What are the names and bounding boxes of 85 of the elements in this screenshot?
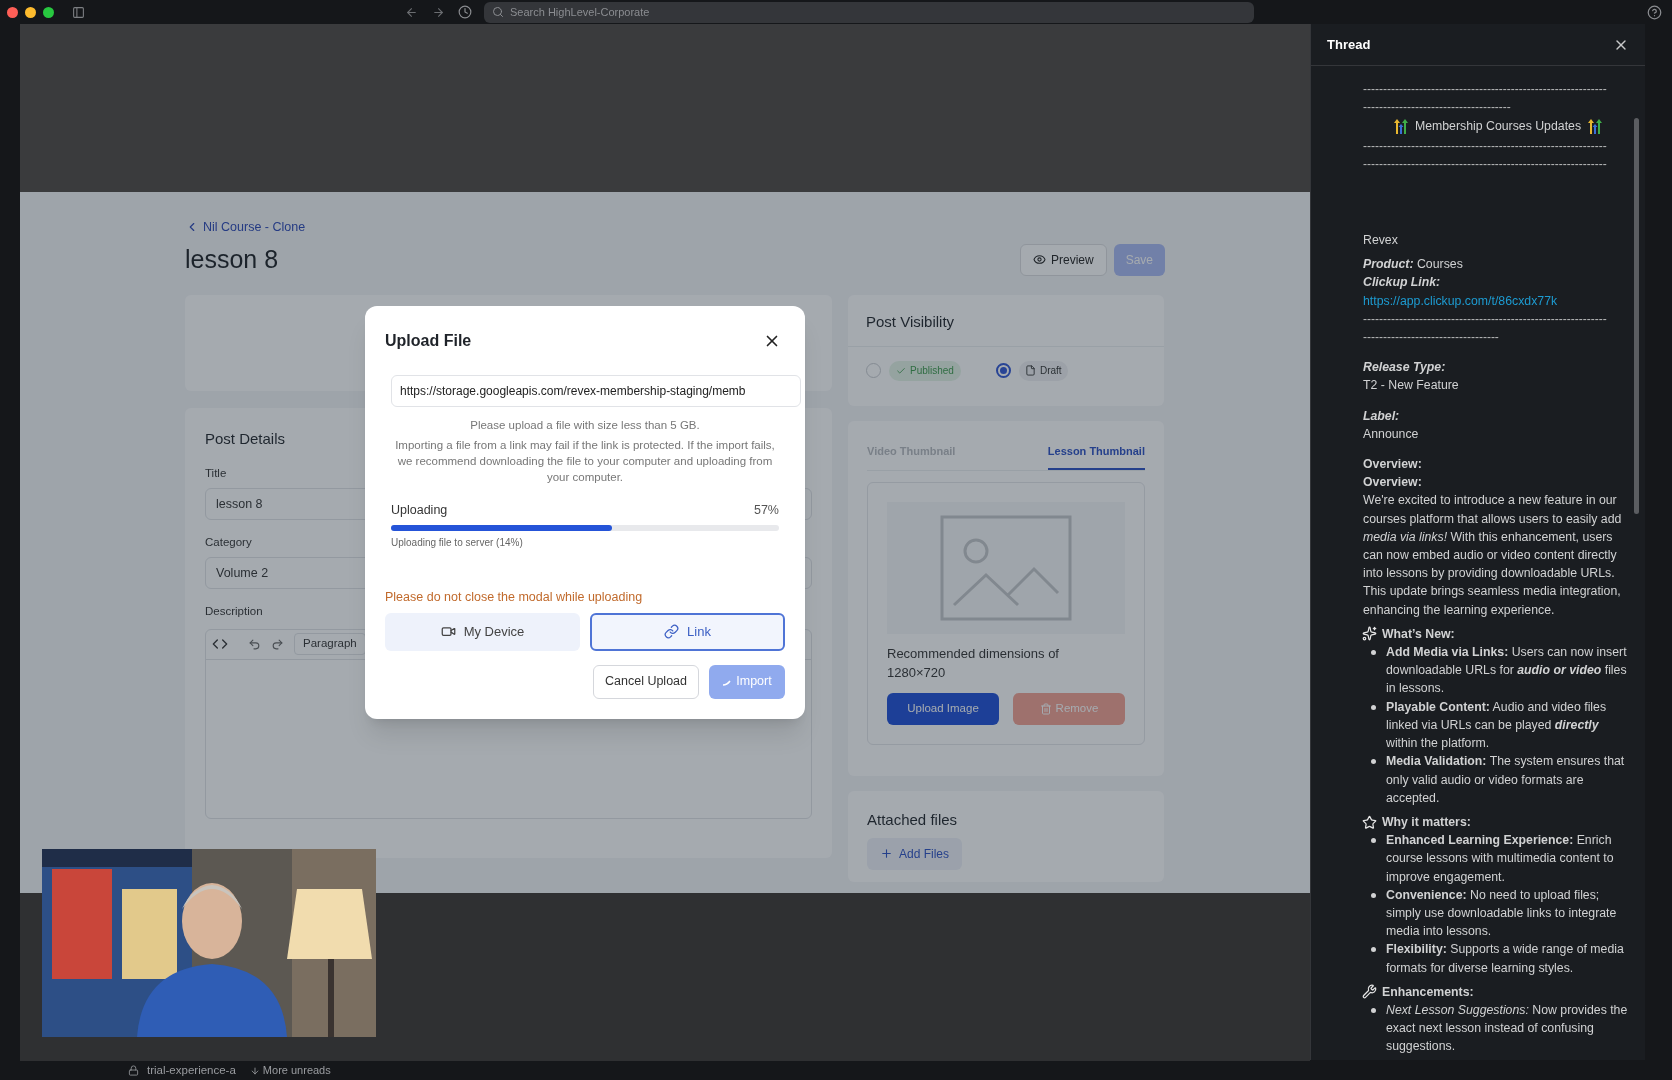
- size-note: Please upload a file with size less than 5 GB.: [469, 418, 701, 433]
- field-label: Category: [205, 535, 252, 550]
- overview-paragraph: We're excited to introduce a new feature in our courses platform that allows users to easily add media via links! With this enhancement, users can now embed audio or video content directly into lessons by providing downloadable URLs. This update brings seamless media integration, enhancing the learning experience.: [1363, 492, 1623, 619]
- status-chip: Published: [889, 360, 961, 381]
- arrows-icon: [1587, 118, 1604, 135]
- undo-icon[interactable]: [248, 637, 261, 651]
- history-icon[interactable]: [458, 5, 472, 19]
- url-field[interactable]: https://storage.googleapis.com/revex-membership-staging/memb: [391, 375, 801, 407]
- message-text: Product: Courses: [1363, 256, 1464, 274]
- page-title: lesson 8: [185, 243, 279, 275]
- section-heading: Why it matters:: [1382, 813, 1471, 831]
- preview-button[interactable]: Preview: [1019, 243, 1107, 276]
- bullet-text: Add Media via Links: Users can now insert downloadable URLs for audio or video files in lessons.: [1386, 644, 1628, 698]
- redo-icon[interactable]: [271, 637, 284, 651]
- divider-text: -------------------------------------------------------------: [1363, 81, 1607, 98]
- modal-title: Upload File: [385, 331, 472, 351]
- field-label: Label:: [1363, 407, 1401, 425]
- sparkles-icon: [1362, 626, 1377, 642]
- card-heading: Post Visibility: [848, 295, 1164, 347]
- close-window-icon[interactable]: [7, 6, 18, 18]
- more-unreads-button[interactable]: More unreads: [249, 1062, 331, 1079]
- code-icon[interactable]: [212, 636, 228, 652]
- divider-text: -------------------------------------------------------------: [1363, 155, 1607, 173]
- forward-icon[interactable]: [432, 5, 445, 19]
- eye-icon: [1032, 253, 1046, 266]
- plus-icon: [880, 847, 893, 861]
- field-label: Clickup Link:: [1363, 274, 1442, 292]
- panel-title: Thread: [1327, 35, 1371, 54]
- add-files-button[interactable]: Add Files: [867, 837, 963, 870]
- trash-icon: [1039, 702, 1052, 715]
- section-heading: What’s New:: [1382, 625, 1455, 643]
- divider-text: -------------------------------------------------------------: [1363, 310, 1607, 328]
- message-text: Revex: [1363, 232, 1399, 249]
- search-field[interactable]: Search HighLevel-Corporate: [484, 1, 1254, 23]
- field-label: Description: [205, 604, 263, 620]
- source-tab[interactable]: Link: [590, 612, 785, 651]
- maximize-window-icon[interactable]: [43, 6, 54, 18]
- section-label: Overview:: [1363, 456, 1423, 474]
- field-value: Announce: [1363, 425, 1420, 443]
- source-tab[interactable]: My Device: [385, 612, 580, 651]
- card-heading: Post Details: [205, 429, 286, 450]
- divider-text: -------------------------------------: [1363, 99, 1511, 117]
- file-icon: [1024, 365, 1036, 377]
- arrow-down-icon: [249, 1065, 260, 1076]
- link-note: Importing a file from a link may fail if the link is protected. If the import fails, we recommend downloading the file to your computer and uploading from your computer.: [394, 438, 776, 486]
- field-label: Title: [205, 465, 227, 481]
- minimize-window-icon[interactable]: [25, 6, 36, 18]
- upload-image-button[interactable]: Upload Image: [887, 692, 999, 725]
- sidebar-icon[interactable]: [72, 5, 85, 19]
- divider-text: ----------------------------------: [1363, 329, 1499, 347]
- progress-reading: 57%: [753, 502, 779, 520]
- bullet-text: Flexibility: Supports a wide range of media formats for diverse learning styles.: [1386, 941, 1625, 977]
- section-heading: Enhancements:: [1382, 983, 1474, 1001]
- progress-detail: Uploading file to server (14%): [391, 536, 524, 550]
- card-heading: Attached files: [867, 810, 958, 831]
- upload-warning: Please do not close the modal while uploading: [385, 589, 644, 606]
- arrows-icon: [1392, 118, 1409, 135]
- progress-label: Uploading: [391, 502, 448, 520]
- wrench-icon: [1362, 984, 1377, 1000]
- bullet-text: Next Lesson Suggestions: Now provides the exact next lesson instead of confusing suggestions.: [1386, 1001, 1629, 1056]
- dimension-hint: Recommended dimensions of 1280×720: [887, 644, 1060, 682]
- radio-button[interactable]: [995, 363, 1011, 379]
- search-icon: [492, 6, 504, 18]
- check-icon: [896, 365, 906, 376]
- star-icon: [1362, 814, 1377, 830]
- breadcrumb-link[interactable]: Nil Course - Clone: [203, 218, 306, 237]
- bullet-text: Convenience: No need to upload files; simply use downloadable links to integrate media into lessons.: [1386, 886, 1618, 941]
- thumbnail-tab[interactable]: Lesson Thumbnail: [1047, 443, 1145, 470]
- clickup-link[interactable]: https://app.clickup.com/t/86cxdx77k: [1363, 291, 1558, 310]
- cancel-upload-button[interactable]: Cancel Upload: [593, 664, 699, 699]
- lock-icon: [128, 1065, 139, 1076]
- field-label: Release Type:: [1363, 359, 1447, 377]
- section-label: Overview:: [1363, 474, 1423, 492]
- help-icon[interactable]: [1647, 4, 1662, 20]
- bullet-text: Enhanced Learning Experience: Enrich course lessons with multimedia content to improve engagement.: [1386, 832, 1615, 886]
- update-heading: Membership Courses Updates: [1414, 118, 1582, 136]
- bullet-text: Playable Content: Audio and video files linked via URLs can be played directly within the platform.: [1386, 698, 1608, 753]
- channel-name[interactable]: trial-experience-a: [147, 1061, 236, 1080]
- back-icon[interactable]: [405, 5, 418, 19]
- bullet-text: Media Validation: The system ensures that only valid audio or video formats are accepted.: [1386, 753, 1626, 807]
- field-value: T2 - New Feature: [1363, 377, 1460, 395]
- link-icon: [664, 624, 680, 640]
- divider-text: -------------------------------------------------------------: [1363, 137, 1607, 155]
- image-placeholder-icon: [940, 514, 1072, 621]
- status-chip: Draft: [1018, 360, 1068, 381]
